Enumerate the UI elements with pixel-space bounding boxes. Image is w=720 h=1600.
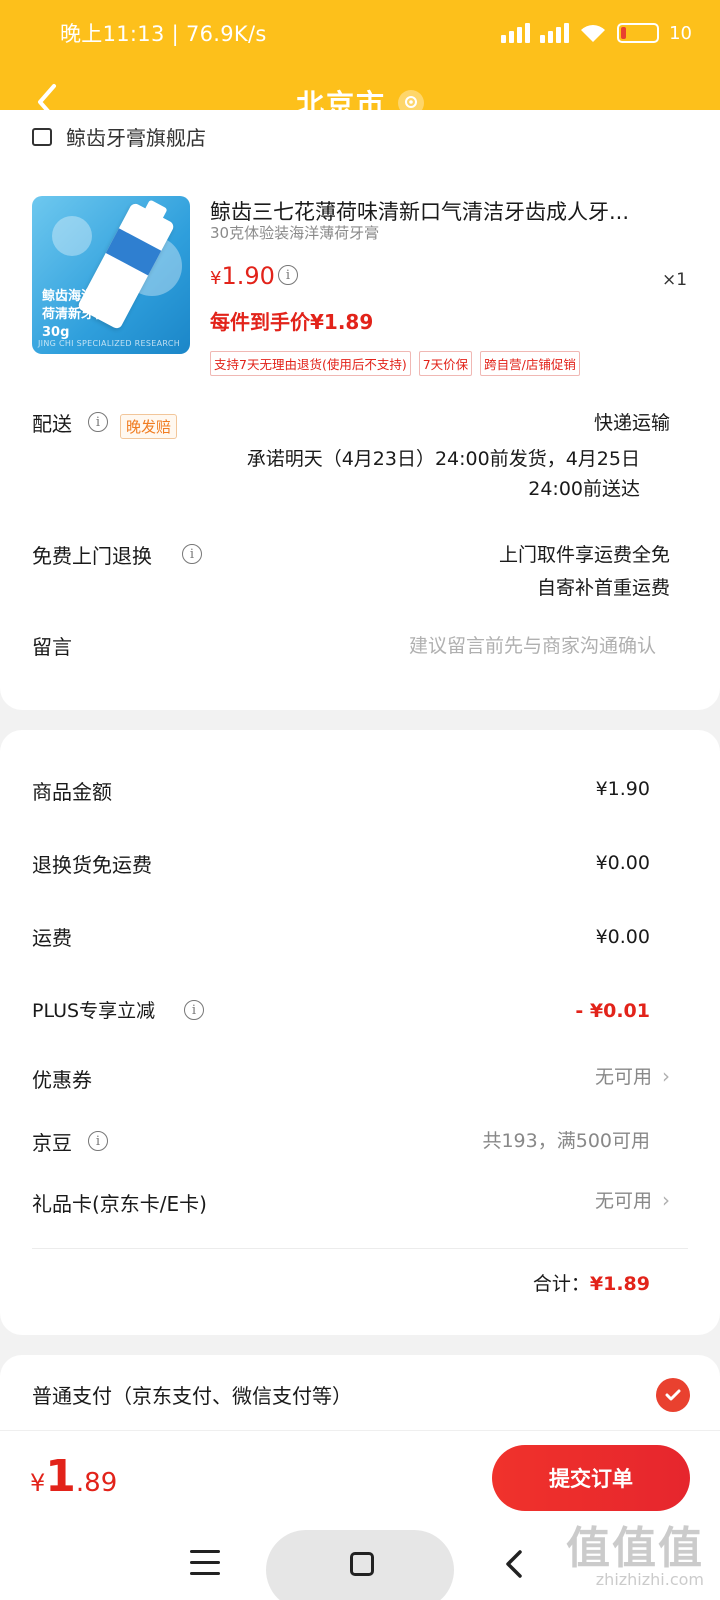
product-price: ¥ 1.90: [210, 262, 275, 290]
store-row[interactable]: 鲸齿牙膏旗舰店: [32, 122, 206, 151]
message-label: 留言: [32, 635, 72, 659]
product-image[interactable]: 鲸齿海洋薄荷清新牙膏30g JING CHI SPECIALIZED RESEA…: [32, 196, 190, 354]
price-summary-card: [0, 730, 720, 1335]
gift-card-label: 礼品卡(京东卡/E卡): [32, 1192, 207, 1216]
menu-icon[interactable]: [190, 1550, 220, 1576]
chevron-right-icon: ›: [662, 1063, 670, 1088]
gift-card-value: 无可用: [594, 1190, 652, 1212]
check-icon[interactable]: [656, 1378, 690, 1412]
message-input[interactable]: 建议留言前先与商家沟通确认: [409, 631, 656, 658]
service-tag[interactable]: 支持7天无理由退货(使用后不支持): [210, 351, 411, 376]
back-icon[interactable]: [500, 1546, 530, 1582]
payment-method[interactable]: 普通支付（京东支付、微信支付等）: [32, 1380, 352, 1409]
free-return-line2: 自寄补首重运费: [536, 577, 670, 599]
return-shipping-label: 退换货免运费: [32, 853, 152, 877]
bottom-price-int: 1: [45, 1451, 76, 1502]
return-shipping-value: ¥0.00: [595, 852, 650, 874]
jd-beans-label: 京豆: [32, 1131, 72, 1155]
wifi-icon: [581, 25, 606, 42]
home-icon[interactable]: [350, 1552, 374, 1576]
chevron-right-icon: ›: [662, 1187, 670, 1212]
final-price: 每件到手价¥1.89: [210, 310, 374, 334]
info-icon[interactable]: i: [88, 412, 108, 432]
free-return-label: 免费上门退换: [32, 544, 152, 568]
info-icon[interactable]: i: [184, 1000, 204, 1020]
divider: [32, 1248, 688, 1249]
signal-icon: [540, 23, 570, 43]
coupon-value: 无可用: [594, 1066, 652, 1088]
total-value: ¥1.89: [589, 1273, 650, 1295]
bottom-currency: ¥: [30, 1469, 46, 1497]
plus-discount-label: PLUS专享立减: [32, 1000, 156, 1022]
battery-icon: [617, 23, 660, 43]
delivery-label: 配送: [32, 412, 72, 436]
price-currency: ¥: [210, 268, 222, 289]
signal-icon: [501, 23, 531, 43]
service-tags: 支持7天无理由退货(使用后不支持) 7天价保 跨自营/店铺促销: [210, 351, 580, 376]
order-total: 合计：¥1.89: [533, 1269, 650, 1296]
goods-amount-label: 商品金额: [32, 780, 112, 804]
info-icon[interactable]: i: [182, 544, 202, 564]
submit-order-button[interactable]: 提交订单: [492, 1445, 690, 1511]
store-name: 鲸齿牙膏旗舰店: [66, 126, 206, 150]
shipping-value: ¥0.00: [595, 926, 650, 948]
status-bar: 晚上11:13 | 76.9K/s 10: [0, 0, 720, 66]
status-icons: 10: [501, 22, 692, 44]
free-return-line1: 上门取件享运费全免: [498, 544, 670, 566]
plus-discount-value: - ¥0.01: [575, 1000, 650, 1022]
jd-beans-value: 共193，满500可用: [482, 1130, 650, 1152]
watermark-logo: 值值值: [566, 1523, 704, 1574]
delivery-method[interactable]: 快递运输: [594, 408, 670, 435]
product-quantity: ×1: [662, 270, 688, 290]
price-value: 1.90: [221, 262, 275, 290]
gift-card-row[interactable]: 无可用 ›: [595, 1186, 670, 1213]
store-icon: [32, 127, 52, 146]
delivery-promise-line1: 承诺明天（4月23日）24:00前发货，4月25日: [246, 448, 640, 470]
service-tag[interactable]: 7天价保: [418, 351, 473, 376]
product-image-text: 鲸齿海洋薄荷清新牙膏30g: [42, 289, 108, 340]
shipping-label: 运费: [32, 926, 72, 950]
total-label: 合计：: [532, 1273, 590, 1295]
goods-amount-value: ¥1.90: [595, 778, 650, 800]
product-image-footer: JING CHI SPECIALIZED RESEARCH: [38, 339, 181, 348]
bottom-price-dec: .89: [75, 1468, 118, 1498]
coupon-label: 优惠券: [32, 1068, 92, 1092]
status-time: 晚上11:13 | 76.9K/s: [60, 22, 267, 46]
delivery-promise-line2: 24:00前送达: [528, 478, 640, 500]
watermark: 值值值 zhizhizhi.com: [566, 1512, 704, 1589]
info-icon[interactable]: i: [88, 1131, 108, 1151]
service-tag[interactable]: 跨自营/店铺促销: [480, 351, 580, 376]
battery-level: 10: [669, 22, 692, 44]
coupon-row[interactable]: 无可用 ›: [595, 1062, 670, 1089]
info-icon[interactable]: i: [278, 265, 298, 285]
late-delivery-badge: 晚发赔: [120, 414, 178, 439]
product-spec: 30克体验装海洋薄荷牙膏: [210, 224, 380, 242]
bottom-total-price: ¥ 1 .89: [30, 1451, 117, 1502]
